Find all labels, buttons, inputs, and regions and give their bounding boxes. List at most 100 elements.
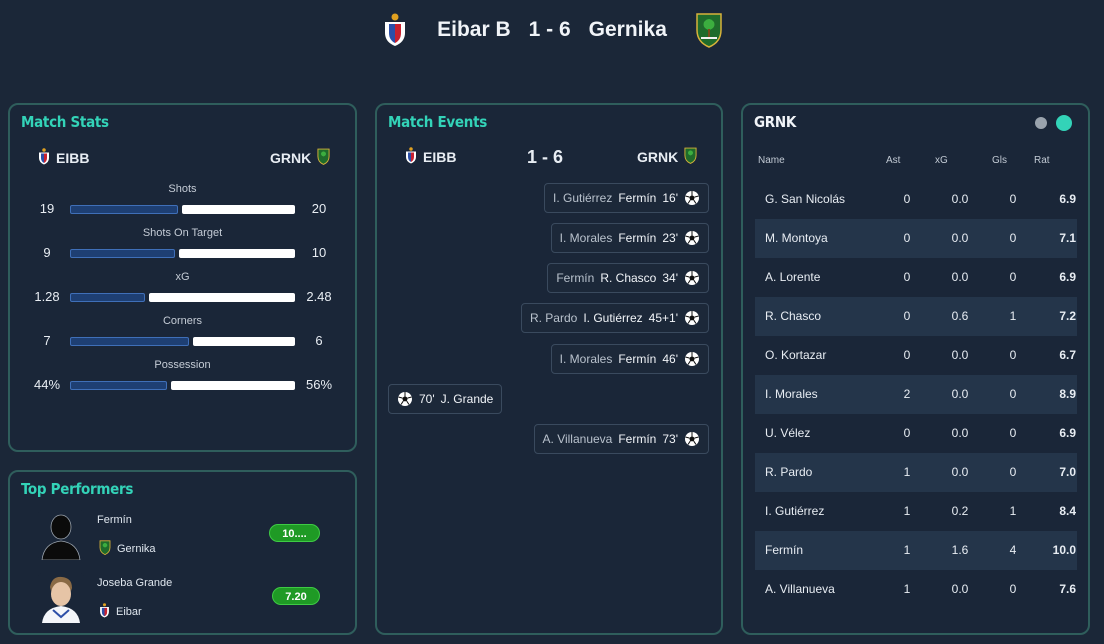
goal-event[interactable]: A. Villanueva Fermín 73' [533,424,709,454]
table-row[interactable]: G. San Nicolás 0 0.0 0 6.9 [755,180,1077,219]
player-assists: 0 [903,231,911,245]
table-row[interactable]: R. Pardo 1 0.0 0 7.0 [755,453,1077,492]
stat-bar-home [70,293,145,302]
player-xg: 0.2 [951,504,969,518]
event-minute: 16' [662,191,678,205]
stat-away-value: 10 [311,245,327,260]
player-assists: 1 [903,465,911,479]
col-rat[interactable]: Rat [1034,155,1050,166]
table-row[interactable]: A. Lorente 0 0.0 0 6.9 [755,258,1077,297]
player-assists: 2 [903,387,911,401]
table-row[interactable]: M. Montoya 0 0.0 0 7.1 [755,219,1077,258]
player-xg: 0.0 [951,465,969,479]
match-stats-panel: Match Stats EIBB GRNK Shots 19 20 Shots … [8,103,357,452]
event-assist: I. Morales [559,231,613,245]
event-assist: I. Morales [559,352,613,366]
stat-row-shots-on-target: Shots On Target 9 10 [10,227,355,271]
events-score: 1 - 6 [527,147,564,167]
table-row[interactable]: I. Morales 2 0.0 0 8.9 [755,375,1077,414]
player-rating: 8.9 [1059,387,1076,401]
player-rating: 10.0 [1052,543,1076,557]
goal-event[interactable]: 70' J. Grande [388,384,503,414]
col-xg[interactable]: xG [935,155,948,166]
football-icon [684,310,700,326]
table-row[interactable]: U. Vélez 0 0.0 0 6.9 [755,414,1077,453]
table-row[interactable]: R. Chasco 0 0.6 1 7.2 [755,297,1077,336]
player-name: G. San Nicolás [765,192,846,206]
stat-row-corners: Corners 7 6 [10,315,355,359]
stat-label: Shots [168,183,197,195]
player-xg: 0.0 [951,270,969,284]
player-name: A. Villanueva [765,582,835,596]
event-minute: 34' [662,271,678,285]
player-rating: 6.9 [1059,270,1076,284]
performer-name: Fermín [97,514,132,526]
home-team-name: Eibar B [437,18,511,41]
gernika-crest-icon [684,147,697,167]
player-goals: 0 [1009,465,1017,479]
football-icon [684,190,700,206]
goal-event[interactable]: R. Pardo I. Gutiérrez 45+1' [520,303,709,333]
table-row[interactable]: I. Gutiérrez 1 0.2 1 8.4 [755,492,1077,531]
stat-label: Corners [162,315,203,327]
events-home-team: EIBB [405,147,456,167]
goal-event[interactable]: Fermín R. Chasco 34' [547,263,709,293]
stat-away-value: 6 [315,333,323,348]
match-header: Eibar B 1 - 6 Gernika [0,0,1104,60]
event-scorer: Fermín [618,432,657,446]
football-icon [684,270,700,286]
player-goals: 0 [1009,582,1017,596]
player-name: M. Montoya [765,231,828,245]
team-toggle-home[interactable] [1035,117,1047,129]
player-goals: 1 [1009,309,1017,323]
player-rating: 6.9 [1059,192,1076,206]
player-assists: 0 [903,426,911,440]
performer-card[interactable]: Joseba Grande Eibar 7.20 [10,573,355,633]
player-assists: 0 [903,348,911,362]
performer-rating-badge: 7.20 [272,587,320,605]
stat-bar [70,337,295,347]
player-assists: 1 [903,582,911,596]
stat-home-value: 9 [43,245,51,260]
stat-row-possession: Possession 44% 56% [10,359,355,403]
stats-away-team: GRNK [270,148,330,168]
player-assists: 0 [903,309,911,323]
stat-bar-home [70,249,175,258]
goal-event[interactable]: I. Gutiérrez Fermín 16' [543,183,709,213]
player-goals: 1 [1009,504,1017,518]
goal-event[interactable]: I. Morales Fermín 23' [550,223,709,253]
event-minute: 45+1' [648,311,678,325]
event-minute: 23' [662,231,678,245]
player-xg: 1.6 [951,543,969,557]
table-row[interactable]: Fermín 1 1.6 4 10.0 [755,531,1077,570]
stat-bar-home [70,205,178,214]
match-events-panel: Match Events EIBB 1 - 6 GRNK I. Gutiérre… [375,103,723,635]
stat-bar [70,293,295,303]
stat-home-value: 19 [39,201,55,216]
stat-bar [70,381,295,391]
goal-event[interactable]: I. Morales Fermín 46' [550,344,709,374]
player-name: A. Lorente [765,270,821,284]
top-performers-panel: Top Performers Fermín Gernika 10.... Jos… [8,470,357,635]
player-rating: 7.6 [1059,582,1076,596]
col-ast[interactable]: Ast [886,155,900,166]
player-photo-avatar [38,573,84,623]
stat-bar [70,205,295,215]
team-toggle-away[interactable] [1056,115,1072,131]
event-scorer: R. Chasco [600,271,657,285]
player-rating: 6.7 [1059,348,1076,362]
stat-label: Shots On Target [142,227,223,239]
event-scorer: I. Gutiérrez [583,311,643,325]
table-row[interactable]: A. Villanueva 1 0.0 0 7.6 [755,570,1077,609]
performer-card[interactable]: Fermín Gernika 10.... [10,510,355,570]
stats-away-abbr: GRNK [270,150,312,166]
col-name[interactable]: Name [758,155,785,166]
stat-bar-away [179,249,295,258]
gernika-crest-icon [317,148,330,168]
col-gls[interactable]: Gls [992,155,1007,166]
stat-away-value: 2.48 [306,289,332,304]
performer-team-name: Eibar [116,606,142,618]
football-icon [684,431,700,447]
event-minute: 73' [662,432,678,446]
table-row[interactable]: O. Kortazar 0 0.0 0 6.7 [755,336,1077,375]
